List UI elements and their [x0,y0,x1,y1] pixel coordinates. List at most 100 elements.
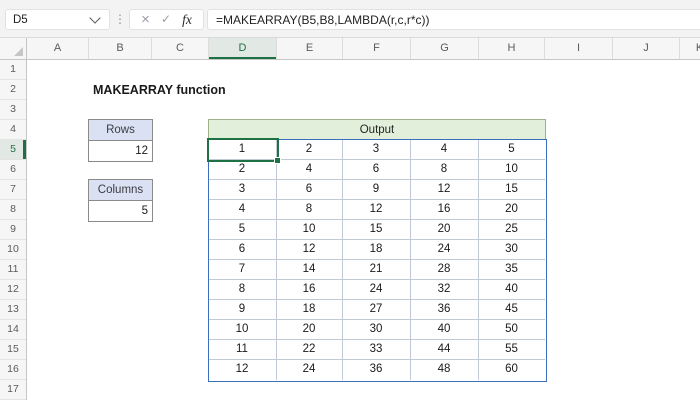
output-cell[interactable]: 60 [479,360,545,380]
rows-value-cell[interactable]: 12 [89,141,152,161]
sheet-area[interactable]: MAKEARRAY function Rows 12 Columns 5 Out… [27,60,700,400]
name-box[interactable]: D5 [5,9,110,30]
output-cell[interactable]: 9 [208,299,277,320]
output-cell[interactable]: 12 [209,359,277,380]
output-cell[interactable]: 35 [478,260,545,280]
active-cell[interactable] [207,138,281,164]
row-header-3[interactable]: 3 [0,100,26,120]
row-header-14[interactable]: 14 [0,320,26,340]
row-header-13[interactable]: 13 [0,300,26,320]
cancel-icon[interactable]: × [141,10,150,29]
output-cell[interactable]: 20 [276,319,343,340]
row-header-12[interactable]: 12 [0,280,26,300]
fill-handle[interactable] [274,157,281,164]
output-cell[interactable]: 20 [478,200,545,220]
output-cell[interactable]: 4 [276,159,343,180]
output-cell[interactable]: 40 [478,280,545,300]
output-cell[interactable]: 11 [208,339,277,360]
chevron-down-icon[interactable] [89,12,101,24]
row-header-4[interactable]: 4 [0,120,26,140]
row-header-2[interactable]: 2 [0,80,26,100]
output-cell[interactable]: 40 [410,319,479,340]
column-header-K[interactable]: K [680,38,700,59]
column-header-I[interactable]: I [545,38,613,59]
output-cell[interactable]: 8 [276,199,343,220]
insert-function-icon[interactable]: fx [182,10,192,29]
column-header-G[interactable]: G [411,38,479,59]
output-cell[interactable]: 36 [410,299,479,320]
output-cell[interactable]: 21 [342,259,411,280]
output-cell[interactable]: 5 [478,140,545,160]
output-cell[interactable]: 6 [276,179,343,200]
enter-icon[interactable]: ✓ [161,10,171,29]
output-cell[interactable]: 14 [276,259,343,280]
output-cell[interactable]: 22 [276,339,343,360]
output-cell[interactable]: 15 [342,219,411,240]
row-header-10[interactable]: 10 [0,240,26,260]
column-header-H[interactable]: H [479,38,545,59]
output-cell[interactable]: 16 [410,199,479,220]
formula-input[interactable]: =MAKEARRAY(B5,B8,LAMBDA(r,c,r*c)) [207,9,700,30]
output-cell[interactable]: 45 [478,300,545,320]
output-cell[interactable]: 16 [276,279,343,300]
columns-label-cell[interactable]: Columns [89,180,152,201]
output-cell[interactable]: 10 [478,160,545,180]
output-cell[interactable]: 10 [276,219,343,240]
output-cell[interactable]: 24 [277,359,343,380]
output-cell[interactable]: 3 [208,179,277,200]
output-cell[interactable]: 7 [208,259,277,280]
row-header-17[interactable]: 17 [0,380,26,400]
output-cell[interactable]: 24 [410,239,479,260]
output-cell[interactable]: 12 [342,199,411,220]
row-header-9[interactable]: 9 [0,220,26,240]
output-cell[interactable]: 44 [410,339,479,360]
output-cell[interactable]: 24 [342,279,411,300]
output-cell[interactable]: 30 [478,240,545,260]
output-cell[interactable]: 8 [410,159,479,180]
output-cell[interactable]: 2 [208,159,277,180]
output-cell[interactable]: 50 [478,320,545,340]
output-cell[interactable]: 55 [478,340,545,360]
row-header-5[interactable]: 5 [0,140,26,160]
row-header-15[interactable]: 15 [0,340,26,360]
output-cell[interactable]: 4 [208,199,277,220]
output-header-cell[interactable]: Output [208,119,546,140]
output-cell[interactable]: 18 [342,239,411,260]
output-cell[interactable]: 4 [410,139,479,160]
output-cell[interactable]: 32 [410,279,479,300]
row-header-11[interactable]: 11 [0,260,26,280]
output-cell[interactable]: 48 [411,359,479,380]
column-header-A[interactable]: A [27,38,89,59]
output-cell[interactable]: 25 [478,220,545,240]
row-header-1[interactable]: 1 [0,60,26,80]
output-cell[interactable]: 3 [342,139,411,160]
output-cell[interactable]: 15 [478,180,545,200]
output-cell[interactable]: 12 [276,239,343,260]
column-header-D[interactable]: D [209,38,277,59]
column-header-F[interactable]: F [343,38,411,59]
output-cell[interactable]: 33 [342,339,411,360]
columns-value-cell[interactable]: 5 [89,201,152,221]
output-cell[interactable]: 6 [342,159,411,180]
row-header-8[interactable]: 8 [0,200,26,220]
row-header-6[interactable]: 6 [0,160,26,180]
output-cell[interactable]: 6 [208,239,277,260]
output-cell[interactable]: 18 [276,299,343,320]
column-header-J[interactable]: J [613,38,680,59]
output-cell[interactable]: 28 [410,259,479,280]
output-cell[interactable]: 2 [276,139,343,160]
output-cell[interactable]: 8 [208,279,277,300]
column-header-B[interactable]: B [89,38,152,59]
rows-label-cell[interactable]: Rows [89,120,152,141]
row-header-7[interactable]: 7 [0,180,26,200]
select-all-corner[interactable] [0,38,27,60]
output-cell[interactable]: 20 [410,219,479,240]
column-header-E[interactable]: E [277,38,343,59]
output-cell[interactable]: 36 [343,359,411,380]
row-header-16[interactable]: 16 [0,360,26,380]
output-cell[interactable]: 12 [410,179,479,200]
output-cell[interactable]: 10 [208,319,277,340]
output-cell[interactable]: 30 [342,319,411,340]
output-cell[interactable]: 9 [342,179,411,200]
output-cell[interactable]: 27 [342,299,411,320]
